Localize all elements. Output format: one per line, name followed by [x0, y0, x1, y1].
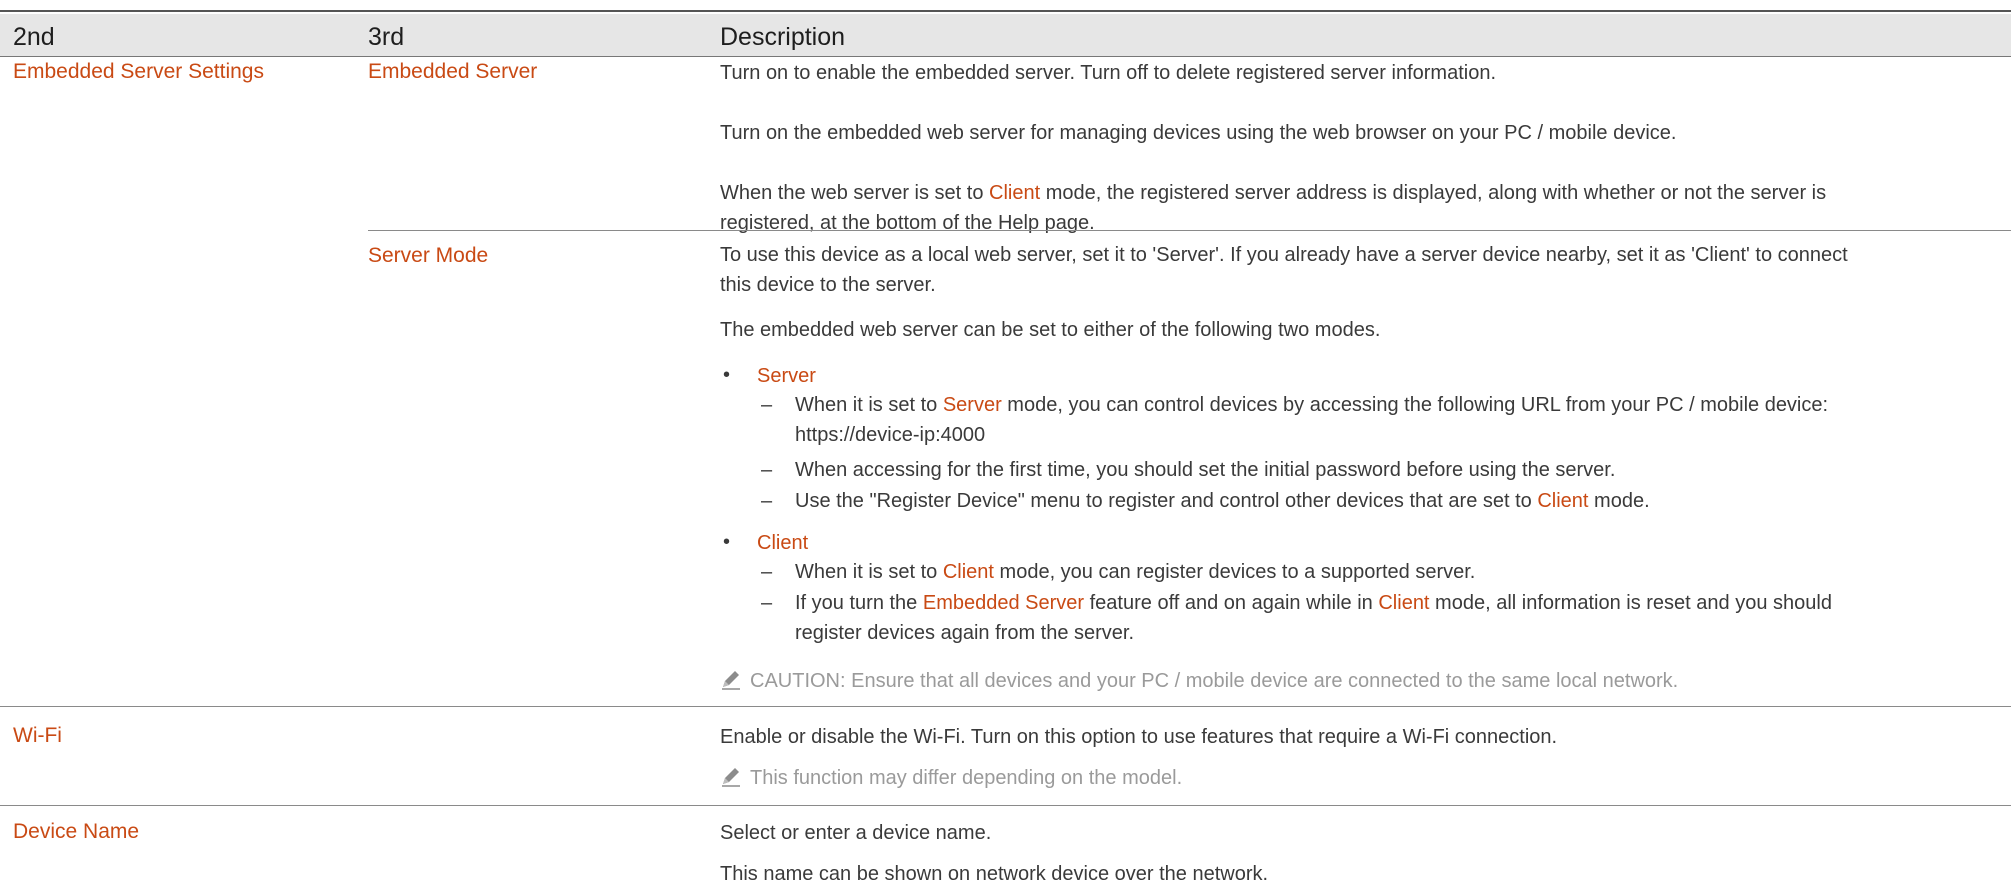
table-header: 2nd 3rd Description [0, 14, 2011, 57]
pencil-icon [720, 765, 742, 787]
highlight-embedded-server: Embedded Server [922, 592, 1085, 614]
row-label-wifi: Wi-Fi [13, 724, 62, 747]
note-text: This function may differ depending on th… [750, 767, 1183, 789]
header-description: Description [720, 23, 846, 51]
client-detail-1: When it is set to Client mode, you can r… [795, 557, 2011, 587]
text-span: this device to the server. [720, 274, 936, 296]
pencil-icon [720, 668, 742, 690]
dash-icon: – [761, 459, 773, 481]
header-2nd: 2nd [13, 23, 55, 51]
highlight-client: Client [989, 182, 1041, 204]
text-span: Use the "Register Device" menu to regist… [795, 490, 1538, 512]
wifi-desc-1: Enable or disable the Wi-Fi. Turn on thi… [720, 726, 1558, 748]
text-span: When it is set to [795, 561, 943, 583]
row-divider [0, 706, 2011, 707]
bullet-icon: • [723, 531, 731, 553]
highlight-server: Server [942, 394, 1002, 416]
highlight-client: Client [942, 561, 994, 583]
table-top-rule [0, 10, 2011, 12]
bullet-server: Server [757, 365, 816, 387]
server-detail-3: Use the "Register Device" menu to regist… [795, 486, 2011, 516]
embedded-server-desc-2: Turn on the embedded web server for mana… [720, 122, 1677, 144]
sub-row-divider [368, 230, 2011, 231]
server-detail-1: When it is set to Server mode, you can c… [795, 390, 2011, 450]
text-span: mode, you can control devices by accessi… [1001, 394, 1829, 416]
dash-icon: – [761, 394, 773, 416]
row-divider [0, 805, 2011, 806]
client-detail-2: If you turn the Embedded Server feature … [795, 588, 2011, 648]
text-span: mode, the registered server address is d… [1040, 182, 1827, 204]
caution-note: CAUTION: Ensure that all devices and you… [720, 668, 1678, 693]
embedded-server-desc-3: When the web server is set to Client mod… [720, 178, 2011, 238]
text-span: mode, you can register devices to a supp… [993, 561, 1476, 583]
url-text: https://device-ip:4000 [795, 424, 986, 446]
server-mode-desc-1: To use this device as a local web server… [720, 240, 2011, 300]
text-span: If you turn the [795, 592, 923, 614]
wifi-note: This function may differ depending on th… [720, 765, 1182, 790]
sub-label-server-mode: Server Mode [368, 244, 489, 267]
text-span: mode. [1588, 490, 1650, 512]
note-text: CAUTION: Ensure that all devices and you… [750, 670, 1679, 692]
device-name-desc-1: Select or enter a device name. [720, 822, 992, 844]
text-span: register devices again from the server. [795, 622, 1135, 644]
server-mode-desc-2: The embedded web server can be set to ei… [720, 319, 1381, 341]
text-span: When it is set to [795, 394, 943, 416]
row-label-embedded-server-settings: Embedded Server Settings [13, 60, 264, 83]
bullet-client: Client [757, 532, 809, 554]
highlight-client: Client [1537, 490, 1589, 512]
text-span: feature off and on again while in [1084, 592, 1379, 614]
dash-icon: – [761, 490, 773, 512]
header-3rd: 3rd [368, 23, 405, 51]
device-name-desc-2: This name can be shown on network device… [720, 863, 1269, 885]
dash-icon: – [761, 592, 773, 614]
text-span: When the web server is set to [720, 182, 990, 204]
server-detail-2: When accessing for the first time, you s… [795, 459, 1616, 481]
sub-label-embedded-server: Embedded Server [368, 60, 538, 83]
bullet-icon: • [723, 364, 731, 386]
text-span: mode, all information is reset and you s… [1429, 592, 1832, 614]
text-span: To use this device as a local web server… [720, 244, 1848, 266]
embedded-server-desc-1: Turn on to enable the embedded server. T… [720, 62, 1497, 84]
highlight-client: Client [1378, 592, 1430, 614]
row-label-device-name: Device Name [13, 820, 140, 843]
dash-icon: – [761, 561, 773, 583]
